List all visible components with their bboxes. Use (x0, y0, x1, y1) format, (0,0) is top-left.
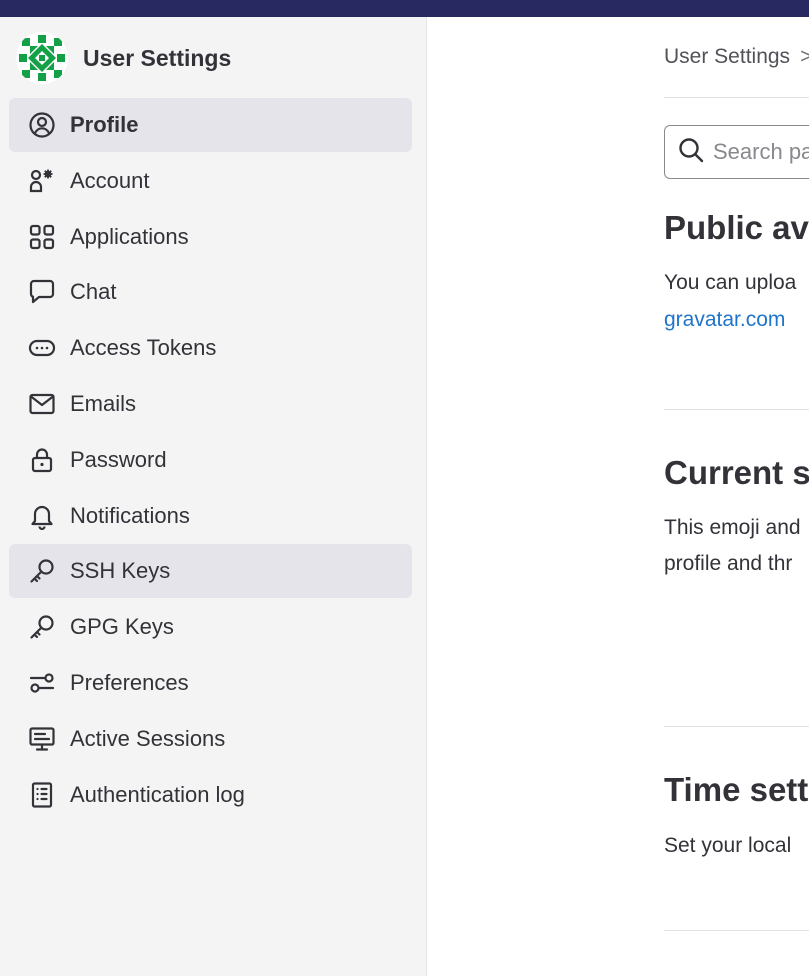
divider (664, 726, 809, 727)
section-heading-time-settings: Time sett (664, 771, 809, 808)
sidebar-nav: Profile Account Applications Chat Access… (9, 98, 412, 823)
sidebar-item-profile[interactable]: Profile (9, 98, 412, 152)
sidebar-item-ssh-keys[interactable]: SSH Keys (9, 544, 412, 599)
section-heading-current-status: Current s (664, 454, 809, 491)
token-icon (28, 334, 56, 362)
section-text: This emoji and (664, 516, 801, 539)
preferences-icon (28, 669, 56, 697)
sidebar-item-account[interactable]: Account (9, 154, 412, 208)
sidebar-item-applications[interactable]: Applications (9, 210, 412, 264)
sidebar-item-label: Chat (70, 279, 117, 305)
sidebar-item-label: SSH Keys (70, 558, 171, 584)
section-text: profile and thr (664, 552, 793, 575)
main-content: User Settings > Public av You can uploa g… (428, 17, 809, 976)
sidebar-item-label: Account (70, 167, 150, 193)
search-box[interactable] (664, 125, 809, 179)
search-icon (677, 136, 705, 169)
user-avatar[interactable] (16, 32, 68, 84)
account-icon (28, 167, 56, 195)
log-icon (28, 781, 56, 809)
sidebar: User Settings Profile Account Applicatio… (0, 17, 427, 976)
sidebar-item-label: Applications (70, 223, 189, 249)
sidebar-item-label: Profile (70, 112, 139, 137)
sidebar-item-gpg-keys[interactable]: GPG Keys (9, 600, 412, 654)
monitor-icon (28, 725, 56, 753)
sidebar-item-label: Emails (70, 390, 137, 416)
sidebar-item-emails[interactable]: Emails (9, 377, 412, 431)
lock-icon (28, 446, 56, 474)
sidebar-item-label: Password (70, 446, 167, 472)
key-icon (28, 613, 56, 641)
divider (664, 930, 809, 931)
sidebar-item-label: Notifications (70, 502, 190, 528)
top-bar (0, 0, 809, 17)
sidebar-item-chat[interactable]: Chat (9, 265, 412, 319)
chat-icon (28, 278, 56, 306)
profile-icon (28, 111, 56, 139)
bell-icon (28, 502, 56, 530)
applications-icon (28, 223, 56, 251)
sidebar-header[interactable]: User Settings (16, 31, 231, 85)
breadcrumb-separator: > (800, 45, 809, 68)
sidebar-item-label: Access Tokens (70, 335, 217, 361)
sidebar-item-label: Authentication log (70, 781, 245, 807)
key-icon (28, 557, 56, 585)
sidebar-item-access-tokens[interactable]: Access Tokens (9, 321, 412, 375)
sidebar-item-label: GPG Keys (70, 614, 174, 640)
sidebar-item-authentication-log[interactable]: Authentication log (9, 768, 412, 822)
email-icon (28, 390, 56, 418)
sidebar-item-label: Active Sessions (70, 725, 226, 751)
section-heading-public-avatar: Public av (664, 209, 809, 246)
gravatar-link[interactable]: gravatar.com (664, 302, 785, 338)
divider (664, 97, 809, 98)
section-text: Set your local (664, 834, 792, 857)
section-text: You can uploa (664, 271, 797, 294)
sidebar-item-notifications[interactable]: Notifications (9, 489, 412, 543)
breadcrumb-link[interactable]: User Settings (664, 45, 790, 68)
sidebar-item-preferences[interactable]: Preferences (9, 656, 412, 710)
breadcrumb: User Settings > (664, 45, 809, 69)
sidebar-title: User Settings (83, 44, 232, 71)
divider (664, 409, 809, 410)
sidebar-item-password[interactable]: Password (9, 433, 412, 487)
sidebar-item-label: Preferences (70, 669, 189, 695)
search-input[interactable] (713, 139, 809, 165)
sidebar-item-active-sessions[interactable]: Active Sessions (9, 712, 412, 766)
